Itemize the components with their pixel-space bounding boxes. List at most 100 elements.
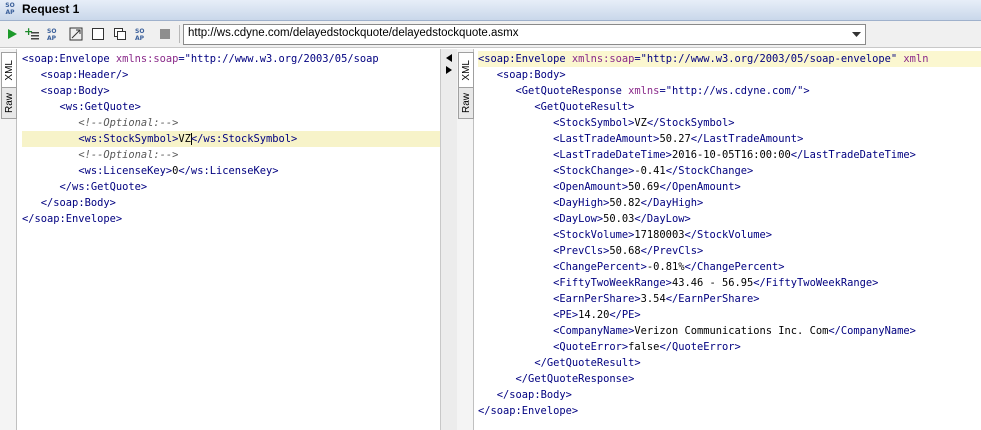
xml-txt-token: 3.54	[640, 293, 666, 305]
tab-request-xml-label: XML	[3, 59, 15, 81]
xml-tag-token: <soap:Body>	[496, 69, 566, 81]
xml-tag-token: </CompanyName>	[828, 325, 916, 337]
xml-val-token: "http://www.w3.org/2003/05/soap-envelope…	[640, 53, 904, 65]
svg-text:AP: AP	[47, 35, 57, 42]
xml-tag-token: <PrevCls>	[553, 245, 610, 257]
stop-icon[interactable]	[157, 26, 173, 42]
response-code-line: <GetQuoteResponse xmlns="http://ws.cdyne…	[478, 83, 981, 99]
tab-request-raw-label: Raw	[3, 92, 15, 113]
xml-tag-token: <soap:Header/>	[40, 69, 129, 81]
xml-tag-token: </StockSymbol>	[646, 117, 735, 129]
tab-response-xml[interactable]: XML	[458, 52, 474, 88]
response-code-line: <GetQuoteResult>	[478, 99, 981, 115]
chevron-down-icon[interactable]	[849, 27, 863, 42]
xml-tag-token: >	[803, 85, 810, 97]
response-code-line: <DayHigh>50.82</DayHigh>	[478, 195, 981, 211]
response-code-line: <FiftyTwoWeekRange>43.46 - 56.95</FiftyT…	[478, 275, 981, 291]
response-xml-editor[interactable]: <soap:Envelope xmlns:soap="http://www.w3…	[478, 49, 981, 430]
xml-txt-token: -0.81%	[646, 261, 685, 273]
request-code-line: <!--Optional:-->	[22, 115, 440, 131]
request-code-line: <ws:StockSymbol>VZ</ws:StockSymbol>	[22, 131, 440, 147]
xml-txt-token: 43.46 - 56.95	[671, 277, 754, 289]
response-code-line: <PE>14.20</PE>	[478, 307, 981, 323]
xml-tag-token: <GetQuoteResult>	[534, 101, 635, 113]
xml-tag-token: <QuoteError>	[553, 341, 629, 353]
xml-tag-token: </ws:GetQuote>	[59, 181, 148, 193]
tab-response-raw-label: Raw	[460, 92, 472, 113]
xml-tag-token: <DayLow>	[553, 213, 604, 225]
request-code-line: <ws:GetQuote>	[22, 99, 440, 115]
xml-tag-token: <PE>	[553, 309, 579, 321]
checkbox-icon[interactable]	[90, 26, 106, 42]
xml-txt-token: 50.27	[659, 133, 691, 145]
request-toolbar: + SO AP SO AP http://ws.cdyne.com/delayeds…	[0, 21, 981, 48]
response-code-line: <soap:Body>	[478, 67, 981, 83]
response-code-line: </soap:Body>	[478, 387, 981, 403]
xml-tag-token: </FiftyTwoWeekRange>	[753, 277, 879, 289]
xml-txt-token: 2016-10-05T16:00:00	[671, 149, 791, 161]
response-code-line: <soap:Envelope xmlns:soap="http://www.w3…	[478, 51, 981, 67]
endpoint-url-select[interactable]: http://ws.cdyne.com/delayedstockquote/de…	[183, 24, 866, 45]
xml-att-token: xmln	[903, 53, 929, 65]
svg-text:AP: AP	[135, 35, 145, 42]
request-code-line: <ws:LicenseKey>0</ws:LicenseKey>	[22, 163, 440, 179]
request-title-bar: SO AP Request 1	[0, 0, 981, 21]
expand-icon[interactable]	[68, 26, 84, 42]
xml-tag-token: </PrevCls>	[640, 245, 704, 257]
response-code-line: </GetQuoteResponse>	[478, 371, 981, 387]
response-code-line: <LastTradeAmount>50.27</LastTradeAmount>	[478, 131, 981, 147]
collapse-left-icon[interactable]	[444, 53, 454, 63]
response-code-line: <PrevCls>50.68</PrevCls>	[478, 243, 981, 259]
xml-txt-token: VZ	[634, 117, 647, 129]
run-icon[interactable]	[4, 26, 20, 42]
response-code-line: <ChangePercent>-0.81%</ChangePercent>	[478, 259, 981, 275]
response-side-tabs: XML Raw	[457, 49, 474, 430]
collapse-right-icon[interactable]	[444, 65, 454, 75]
add-assertion-icon[interactable]: +	[24, 26, 40, 42]
xml-tag-token: <LastTradeAmount>	[553, 133, 660, 145]
xml-tag-token: </EarnPerShare>	[665, 293, 760, 305]
response-code-line: </GetQuoteResult>	[478, 355, 981, 371]
response-code-line: <DayLow>50.03</DayLow>	[478, 211, 981, 227]
tab-response-raw[interactable]: Raw	[458, 87, 474, 119]
xml-txt-token: VZ	[178, 133, 191, 145]
xml-tag-token: <StockSymbol>	[553, 117, 635, 129]
ws-a-icon[interactable]: SO AP	[46, 26, 62, 42]
xml-txt-token: -0.41	[634, 165, 666, 177]
xml-tag-token: </StockChange>	[665, 165, 754, 177]
soap-icon[interactable]: SO AP	[134, 26, 150, 42]
response-code-line: <OpenAmount>50.69</OpenAmount>	[478, 179, 981, 195]
response-code-line: <CompanyName>Verizon Communications Inc.…	[478, 323, 981, 339]
xml-tag-token: </LastTradeAmount>	[690, 133, 804, 145]
xml-txt-token: Verizon Communications Inc. Com	[634, 325, 829, 337]
tab-request-raw[interactable]: Raw	[1, 87, 17, 119]
copy-icon[interactable]	[112, 26, 128, 42]
xml-val-token: "http://www.w3.org/2003/05/soap	[184, 53, 379, 65]
tab-response-xml-label: XML	[460, 59, 472, 81]
editor-splitter[interactable]	[440, 49, 458, 430]
tab-request-xml[interactable]: XML	[1, 52, 17, 88]
request-xml-editor[interactable]: <soap:Envelope xmlns:soap="http://www.w3…	[22, 49, 440, 430]
xml-tag-token: <StockVolume>	[553, 229, 635, 241]
xml-tag-token: </ChangePercent>	[684, 261, 785, 273]
xml-tag-token: </soap:Body>	[40, 197, 116, 209]
response-code: <soap:Envelope xmlns:soap="http://www.w3…	[478, 51, 981, 419]
xml-tag-token: </OpenAmount>	[659, 181, 741, 193]
